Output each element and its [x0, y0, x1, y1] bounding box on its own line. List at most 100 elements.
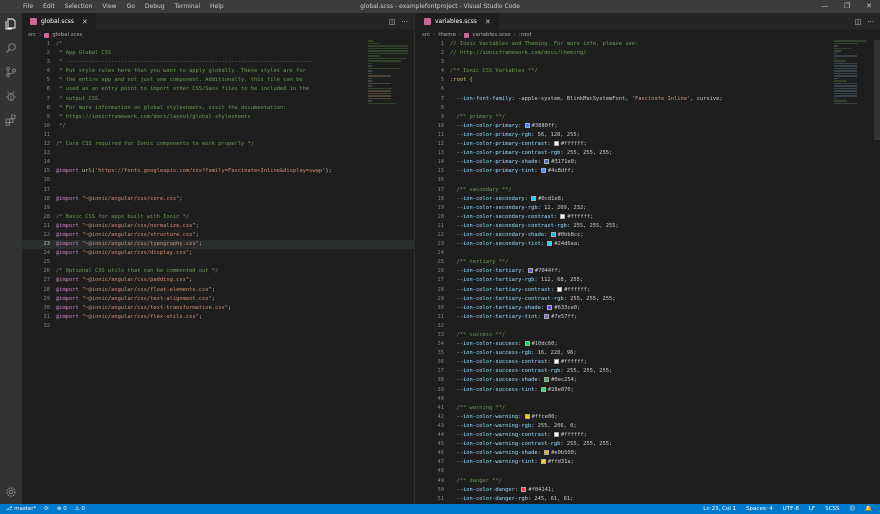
notifications-bell-icon[interactable]: 🔔 [865, 506, 872, 512]
code-line[interactable]: 9 /** primary **/ [416, 113, 880, 122]
code-line[interactable]: 10 --ion-color-primary: #3880ff; [416, 122, 880, 131]
code-line[interactable]: 49 /** danger **/ [416, 477, 880, 486]
code-line[interactable]: 3 * ------------------------------------… [22, 58, 414, 67]
code-line[interactable]: 6 * used as an entry point to import oth… [22, 85, 414, 94]
code-line[interactable]: 50 --ion-color-danger: #f04141; [416, 486, 880, 495]
code-line[interactable]: 8 [416, 104, 880, 113]
code-line[interactable]: 3 [416, 58, 880, 67]
color-swatch[interactable] [524, 341, 530, 347]
source-control-icon[interactable] [4, 65, 18, 79]
color-swatch[interactable] [531, 195, 537, 201]
code-line[interactable]: 18 --ion-color-secondary: #0cd1e8; [416, 195, 880, 204]
code-line[interactable]: 31 --ion-color-tertiary-tint: #7e57ff; [416, 313, 880, 322]
code-line[interactable]: 38 --ion-color-success-shade: #0ec254; [416, 376, 880, 385]
feedback-icon[interactable]: ☺ [849, 506, 855, 512]
settings-gear-icon[interactable] [4, 485, 18, 499]
code-line[interactable]: 1 /* [22, 40, 414, 49]
color-swatch[interactable] [527, 268, 533, 274]
color-swatch[interactable] [524, 413, 530, 419]
code-line[interactable]: 20 /* Basic CSS for apps built with Ionic… [22, 213, 414, 222]
tab-variables-scss[interactable]: variables.scss ✕ [416, 13, 499, 30]
code-line[interactable]: 12 /* Core CSS required for Ionic compone… [22, 140, 414, 149]
color-swatch[interactable] [540, 386, 546, 392]
code-line[interactable]: 36 --ion-color-success-contrast: #ffffff… [416, 358, 880, 367]
code-line[interactable]: 42 --ion-color-warning: #ffce00; [416, 413, 880, 422]
color-swatch[interactable] [540, 168, 546, 174]
color-swatch[interactable] [553, 141, 559, 147]
code-line[interactable]: 37 --ion-color-success-contrast-rgb: 255… [416, 367, 880, 376]
code-editor[interactable]: 1/* 2 * App Global CSS 3 * ---------------… [22, 40, 414, 504]
minimize-button[interactable]: — [814, 0, 836, 13]
code-line[interactable]: 14 --ion-color-primary-shade: #3171e0; [416, 158, 880, 167]
close-icon[interactable]: ✕ [485, 18, 491, 26]
code-line[interactable]: 31 @import "~@ionic/angular/css/flex-util… [22, 313, 414, 322]
encoding[interactable]: UTF-8 [783, 506, 799, 512]
code-line[interactable]: 29 @import "~@ionic/angular/css/text-alig… [22, 295, 414, 304]
branch-indicator[interactable]: ⎇ master* [6, 506, 36, 512]
warnings-count[interactable]: ⚠ 0 [75, 506, 85, 512]
code-line[interactable]: 46 --ion-color-warning-shade: #e0b500; [416, 449, 880, 458]
code-line[interactable]: 30 --ion-color-tertiary-shade: #633ce0; [416, 304, 880, 313]
breadcrumb-item[interactable]: theme [438, 30, 456, 40]
debug-icon[interactable] [4, 89, 18, 103]
code-line[interactable]: 20 --ion-color-secondary-contrast: #ffff… [416, 213, 880, 222]
code-line[interactable]: 21 @import "~@ionic/angular/css/normalize… [22, 222, 414, 231]
color-swatch[interactable] [521, 486, 527, 492]
code-line[interactable]: 25 [22, 258, 414, 267]
code-line[interactable]: 44 --ion-color-warning-contrast: #ffffff… [416, 431, 880, 440]
code-line[interactable]: 25 /** tertiary **/ [416, 258, 880, 267]
code-line[interactable]: 6 [416, 85, 880, 94]
code-line[interactable]: 23 @import "~@ionic/angular/css/typograph… [22, 240, 414, 250]
code-line[interactable]: 7 --ion-font-family: -apple-system, Blin… [416, 95, 880, 104]
color-swatch[interactable] [550, 231, 556, 237]
code-line[interactable]: 13 --ion-color-primary-contrast-rgb: 255… [416, 149, 880, 158]
code-line[interactable]: 19 --ion-color-secondary-rgb: 12, 209, 2… [416, 204, 880, 213]
tab-global-scss[interactable]: global.scss ✕ [22, 13, 96, 30]
errors-count[interactable]: ⊗ 0 [57, 506, 67, 512]
code-line[interactable]: 8 * For more information on global style… [22, 104, 414, 113]
sync-icon[interactable]: ⟳ [44, 506, 49, 512]
breadcrumb-item[interactable]: :root [519, 30, 532, 40]
code-line[interactable]: 33 /** success **/ [416, 331, 880, 340]
code-line[interactable]: 12 --ion-color-primary-contrast: #ffffff… [416, 140, 880, 149]
code-line[interactable]: 22 @import "~@ionic/angular/css/structure… [22, 231, 414, 240]
split-editor-icon[interactable]: ◫ [389, 18, 396, 26]
code-line[interactable]: 51 --ion-color-danger-rgb: 245, 61, 61; [416, 495, 880, 504]
code-line[interactable]: 28 @import "~@ionic/angular/css/float-ele… [22, 286, 414, 295]
code-line[interactable]: 17 /** secondary **/ [416, 186, 880, 195]
code-line[interactable]: 16 [22, 176, 414, 185]
code-line[interactable]: 1 // Ionic Variables and Theming. For mor… [416, 40, 880, 49]
menu-edit[interactable]: Edit [38, 3, 60, 10]
code-line[interactable]: 16 [416, 176, 880, 185]
code-line[interactable]: 9 * https://ionicframework.com/docs/layo… [22, 113, 414, 122]
code-line[interactable]: 22 --ion-color-secondary-shade: #0bb8cc; [416, 231, 880, 240]
menu-terminal[interactable]: Terminal [170, 3, 205, 10]
code-line[interactable]: 18 @import "~@ionic/angular/css/core.css"… [22, 195, 414, 204]
code-line[interactable]: 32 [22, 322, 414, 331]
breadcrumb-item[interactable]: src [28, 30, 36, 40]
more-actions-icon[interactable]: ··· [867, 18, 874, 26]
color-swatch[interactable] [560, 213, 566, 219]
code-line[interactable]: 15 @import url('https://fonts.googleapis.… [22, 167, 414, 176]
code-line[interactable]: 47 --ion-color-warning-tint: #ffd31a; [416, 458, 880, 467]
breadcrumb-item[interactable]: variables.scss [472, 30, 510, 40]
code-line[interactable]: 39 --ion-color-success-tint: #28e070; [416, 386, 880, 395]
code-line[interactable]: 43 --ion-color-warning-rgb: 255, 206, 0; [416, 422, 880, 431]
code-line[interactable]: 48 [416, 467, 880, 476]
color-swatch[interactable] [547, 241, 553, 247]
code-line[interactable]: 21 --ion-color-secondary-contrast-rgb: 2… [416, 222, 880, 231]
color-swatch[interactable] [553, 432, 559, 438]
code-line[interactable]: 30 @import "~@ionic/angular/css/text-tran… [22, 304, 414, 313]
code-line[interactable]: 17 [22, 186, 414, 195]
code-line[interactable]: 26 --ion-color-tertiary: #7044ff; [416, 267, 880, 276]
more-actions-icon[interactable]: ··· [401, 18, 408, 26]
scrollbar[interactable] [874, 40, 880, 140]
menu-file[interactable]: File [18, 3, 38, 10]
code-line[interactable]: 24 [416, 249, 880, 258]
color-swatch[interactable] [540, 459, 546, 465]
code-line[interactable]: 40 [416, 395, 880, 404]
code-line[interactable]: 5 * the entire app and not just one comp… [22, 76, 414, 85]
menu-selection[interactable]: Selection [60, 3, 98, 10]
search-icon[interactable] [4, 41, 18, 55]
menu-help[interactable]: Help [205, 3, 229, 10]
